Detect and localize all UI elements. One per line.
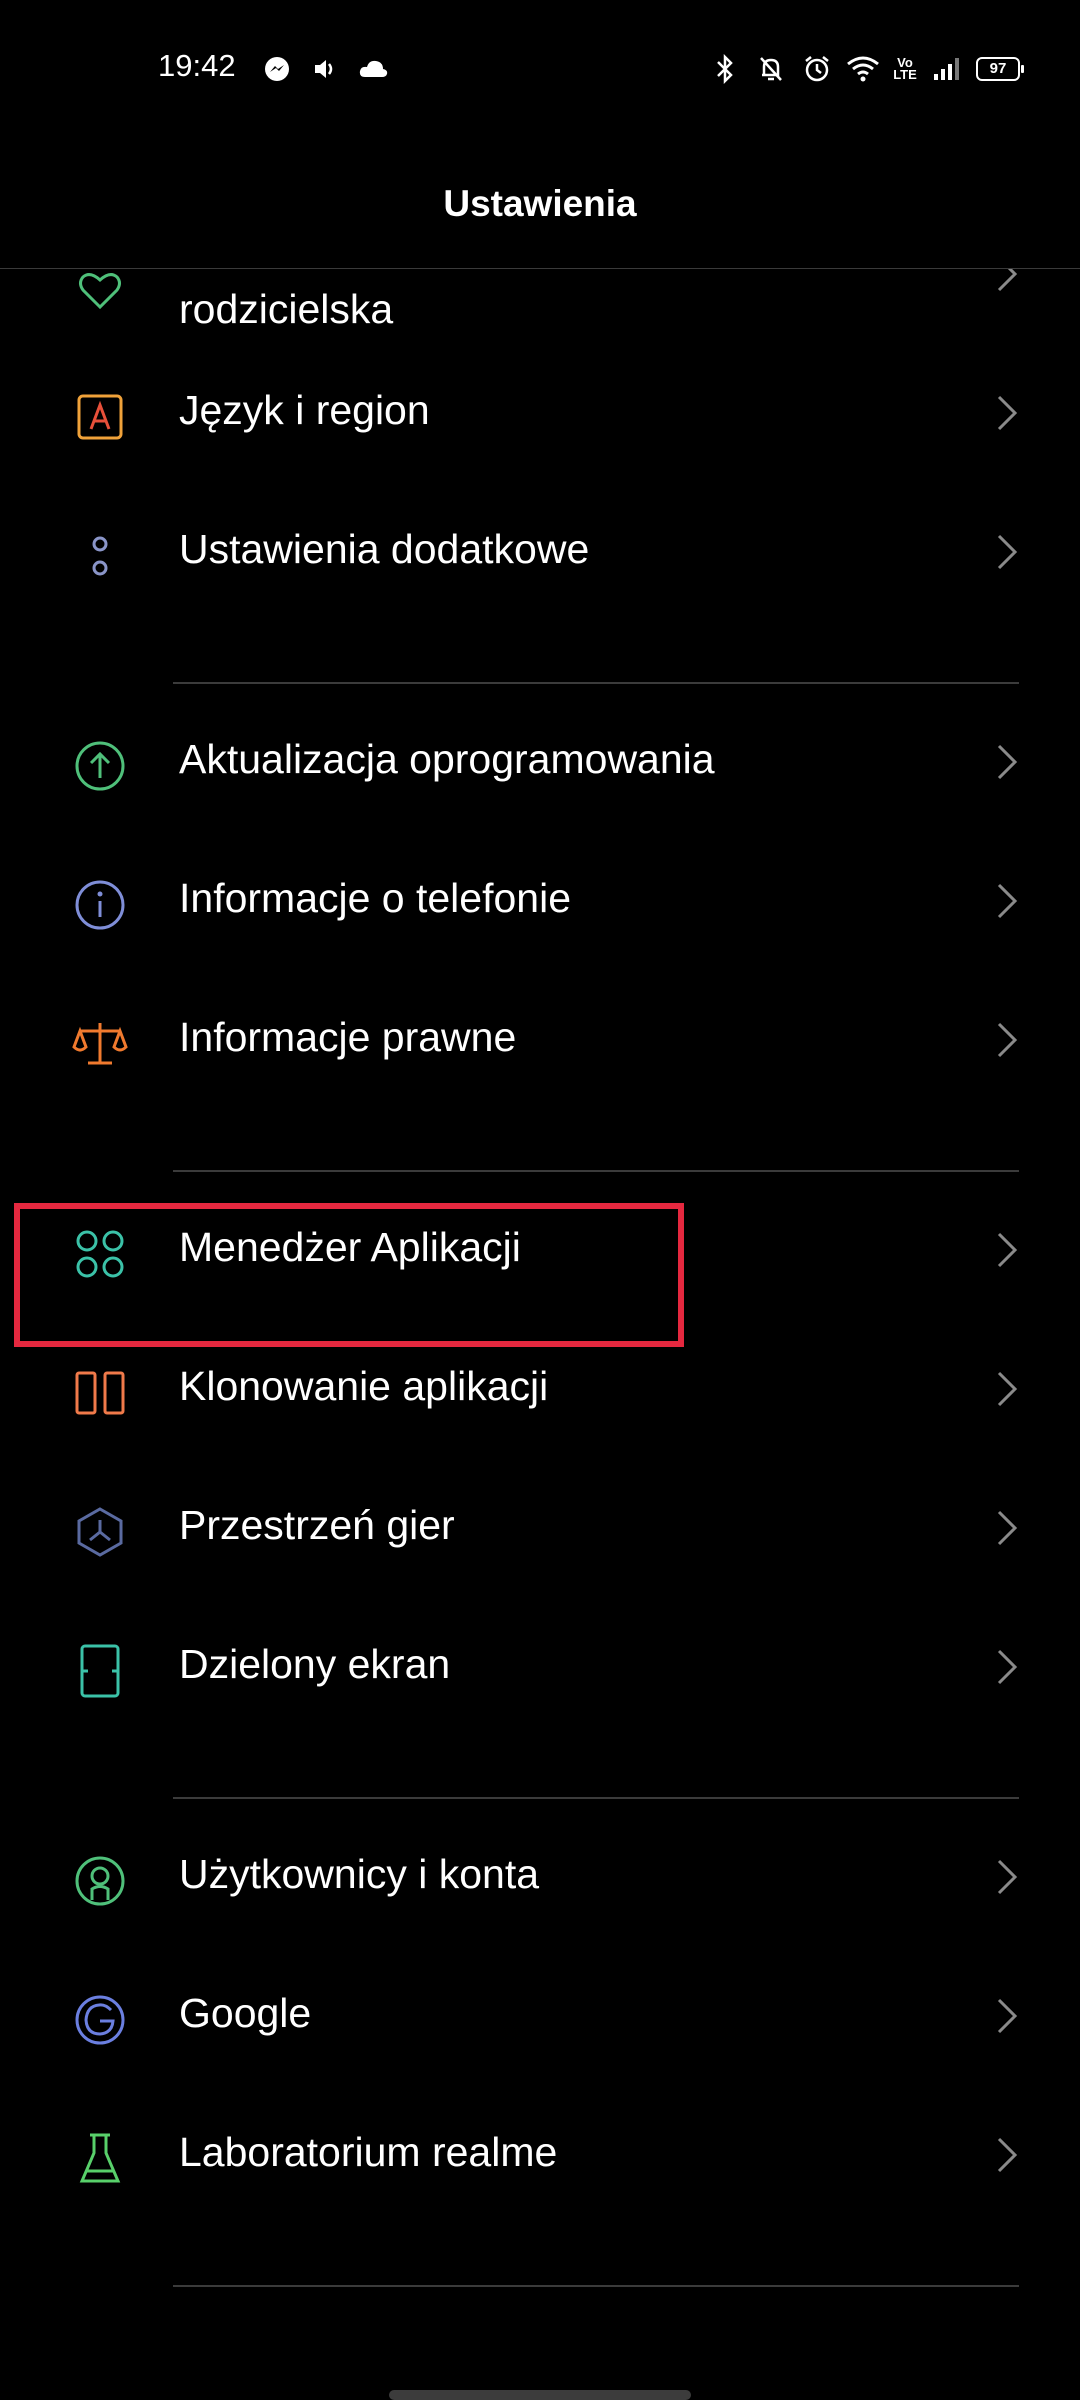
app-manager-icon: [70, 1224, 130, 1284]
list-item-users-accounts[interactable]: Użytkownicy i konta: [0, 1837, 1080, 1967]
bell-off-icon: [754, 52, 788, 86]
status-bar: 19:42 Vo LTE 97: [0, 0, 1080, 135]
list-item-realme-lab[interactable]: Laboratorium realme: [0, 2115, 1080, 2245]
section-divider: [173, 1797, 1019, 1799]
chevron-right-icon: [997, 534, 1018, 570]
list-item-label: Informacje prawne: [179, 1014, 517, 1060]
list-item-label: Menedżer Aplikacji: [179, 1224, 521, 1270]
chevron-right-icon: [997, 883, 1018, 919]
game-space-icon: [70, 1502, 130, 1562]
list-item-google[interactable]: Google: [0, 1976, 1080, 2106]
app-header: Ustawienia: [0, 135, 1080, 269]
section-divider: [173, 1170, 1019, 1172]
list-item-parental-control[interactable]: rodzicielska: [0, 268, 1080, 338]
list-item-game-space[interactable]: Przestrzeń gier: [0, 1488, 1080, 1618]
page-title: Ustawienia: [443, 183, 637, 224]
list-item-label: Użytkownicy i konta: [179, 1851, 540, 1897]
section-divider: [173, 682, 1019, 684]
google-icon: [70, 1990, 130, 2050]
list-item-label: Informacje o telefonie: [179, 875, 572, 921]
chevron-right-icon: [997, 2137, 1018, 2173]
list-item-legal-info[interactable]: Informacje prawne: [0, 1000, 1080, 1130]
status-left-icons: [260, 52, 390, 86]
list-item-about-phone[interactable]: Informacje o telefonie: [0, 861, 1080, 991]
chevron-right-icon: [997, 268, 1018, 292]
info-icon: [70, 875, 130, 935]
list-item-label: Google: [179, 1990, 312, 2036]
section-divider: [173, 2285, 1019, 2287]
settings-list[interactable]: rodzicielska Język i region Ustawienia d…: [0, 268, 1080, 2368]
list-item-split-screen[interactable]: Dzielony ekran: [0, 1627, 1080, 1757]
list-item-label: Przestrzeń gier: [179, 1502, 455, 1548]
chevron-right-icon: [997, 1232, 1018, 1268]
clone-icon: [70, 1363, 130, 1423]
status-right-icons: Vo LTE 97: [708, 52, 1024, 86]
list-item-app-manager[interactable]: Menedżer Aplikacji: [0, 1210, 1080, 1340]
chevron-right-icon: [997, 744, 1018, 780]
cloud-icon: [356, 52, 390, 86]
chevron-right-icon: [997, 1859, 1018, 1895]
signal-icon: [930, 52, 964, 86]
update-icon: [70, 736, 130, 796]
list-item-label: Laboratorium realme: [179, 2129, 558, 2175]
split-screen-icon: [70, 1641, 130, 1701]
list-item-label: Język i region: [179, 387, 430, 433]
alarm-icon: [800, 52, 834, 86]
status-time: 19:42: [158, 48, 236, 83]
flask-icon: [70, 2129, 130, 2189]
volume-icon: [308, 52, 342, 86]
scale-icon: [70, 1014, 130, 1074]
wifi-icon: [846, 52, 880, 86]
language-icon: [70, 387, 130, 447]
volte-icon: Vo LTE: [893, 55, 917, 82]
list-item-label: Ustawienia dodatkowe: [179, 526, 590, 572]
home-indicator[interactable]: [389, 2390, 691, 2400]
list-item-label: Dzielony ekran: [179, 1641, 451, 1687]
list-item-language-region[interactable]: Język i region: [0, 373, 1080, 503]
list-item-label: Klonowanie aplikacji: [179, 1363, 549, 1409]
list-item-app-clone[interactable]: Klonowanie aplikacji: [0, 1349, 1080, 1479]
list-item-software-update[interactable]: Aktualizacja oprogramowania: [0, 722, 1080, 852]
messenger-icon: [260, 52, 294, 86]
chevron-right-icon: [997, 1510, 1018, 1546]
list-item-label: rodzicielska: [179, 286, 394, 332]
chevron-right-icon: [997, 1649, 1018, 1685]
users-icon: [70, 1851, 130, 1911]
list-item-label: Aktualizacja oprogramowania: [179, 736, 715, 782]
chevron-right-icon: [997, 1022, 1018, 1058]
battery-indicator: 97: [976, 57, 1024, 81]
bluetooth-icon: [708, 52, 742, 86]
list-item-additional-settings[interactable]: Ustawienia dodatkowe: [0, 512, 1080, 642]
chevron-right-icon: [997, 1371, 1018, 1407]
chevron-right-icon: [997, 395, 1018, 431]
chevron-right-icon: [997, 1998, 1018, 2034]
more-icon: [70, 526, 130, 586]
heart-icon: [70, 268, 130, 321]
